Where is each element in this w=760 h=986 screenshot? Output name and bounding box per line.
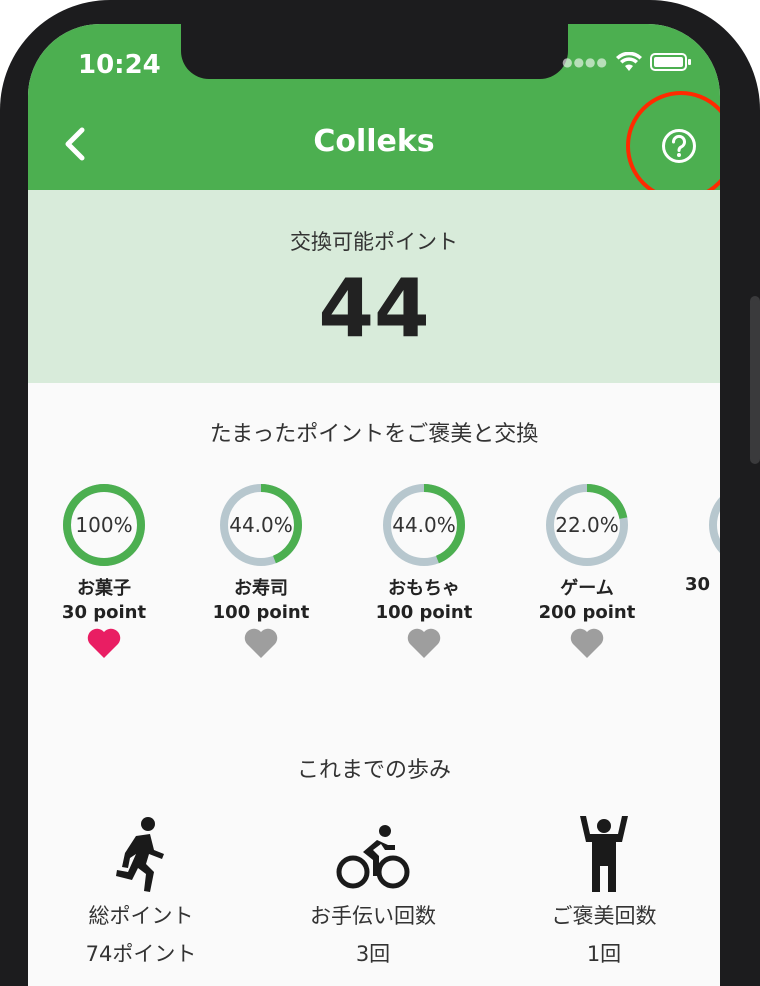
favorite-button[interactable]: [29, 627, 179, 661]
reward-points: 100 point: [212, 602, 310, 623]
stat-value: 74ポイント: [85, 942, 197, 966]
reward-points: 30 point: [61, 602, 147, 623]
stat-total-points: 総ポイント 74ポイント: [41, 814, 241, 968]
points-value: 44: [318, 262, 430, 355]
favorite-button[interactable]: [186, 627, 336, 661]
running-icon: [41, 814, 241, 894]
rewards-list[interactable]: 100% お菓子 30 point 44.0% お寿司 100 point 44…: [28, 482, 720, 682]
favorite-button[interactable]: [512, 627, 662, 661]
reward-points: 200 point: [538, 602, 636, 623]
points-label: 交換可能ポイント: [290, 230, 458, 254]
stat-value: 1回: [586, 942, 622, 966]
status-time: 10:24: [78, 50, 161, 80]
reward-points: 100 point: [375, 602, 473, 623]
scrollbar[interactable]: [750, 296, 760, 464]
progress-ring: 100%: [61, 482, 147, 568]
battery-icon: [650, 52, 692, 72]
progress-ring: 22.0%: [544, 482, 630, 568]
heart-icon: [244, 628, 278, 658]
reward-name: おもちゃ: [388, 578, 460, 599]
progress-ring: 44.0%: [218, 482, 304, 568]
stat-label: お手伝い回数: [310, 904, 436, 928]
status-icons: ●●●●: [562, 52, 692, 72]
stat-label: ご褒美回数: [551, 904, 657, 928]
wifi-icon: [616, 52, 642, 72]
history-stats: 総ポイント 74ポイント お手伝い回数 3回 ご褒美回数 1回: [28, 814, 720, 984]
progress-percent: 44.0%: [229, 513, 293, 537]
stat-value: 3回: [355, 942, 391, 966]
signal-icon: ●●●●: [562, 55, 608, 69]
cheering-person-icon: [504, 814, 704, 894]
progress-percent: 100%: [75, 513, 133, 537]
stat-help-count: お手伝い回数 3回: [273, 814, 473, 968]
reward-item[interactable]: 100% お菓子 30 point: [29, 482, 179, 661]
page-title: Colleks: [313, 124, 435, 159]
device-notch: [181, 24, 568, 79]
heart-icon: [570, 628, 604, 658]
reward-item[interactable]: 44.0% お寿司 100 point: [186, 482, 336, 661]
reward-name: ゲーム: [560, 578, 614, 599]
favorite-button[interactable]: [349, 627, 499, 661]
reward-item[interactable]: 22.0% ゲーム 200 point: [512, 482, 662, 661]
progress-ring: 44.0%: [381, 482, 467, 568]
heart-icon: [407, 628, 441, 658]
stat-label: 総ポイント: [88, 904, 194, 928]
rewards-section-title: たまったポイントをご褒美と交換: [209, 422, 539, 447]
reward-name: お寿司: [234, 578, 288, 599]
history-section-title: これまでの歩み: [296, 758, 451, 783]
reward-name: お菓子: [77, 578, 131, 599]
progress-ring: [707, 482, 720, 568]
reward-points: 30: [685, 574, 711, 595]
points-card: 交換可能ポイント 44: [28, 190, 720, 383]
heart-icon: [87, 628, 121, 658]
reward-item[interactable]: 44.0% おもちゃ 100 point: [349, 482, 499, 661]
app-bar: 10:24 ●●●● Colleks: [28, 24, 720, 190]
stat-reward-count: ご褒美回数 1回: [504, 814, 704, 968]
app-screen: 10:24 ●●●● Colleks 交換可能ポイント 44 たまったポイントを…: [28, 24, 720, 986]
device-frame: 10:24 ●●●● Colleks 交換可能ポイント 44 たまったポイントを…: [0, 0, 760, 986]
reward-item-partial[interactable]: 30: [675, 482, 720, 595]
progress-percent: 22.0%: [555, 513, 619, 537]
cycling-icon: [273, 814, 473, 894]
progress-percent: 44.0%: [392, 513, 456, 537]
